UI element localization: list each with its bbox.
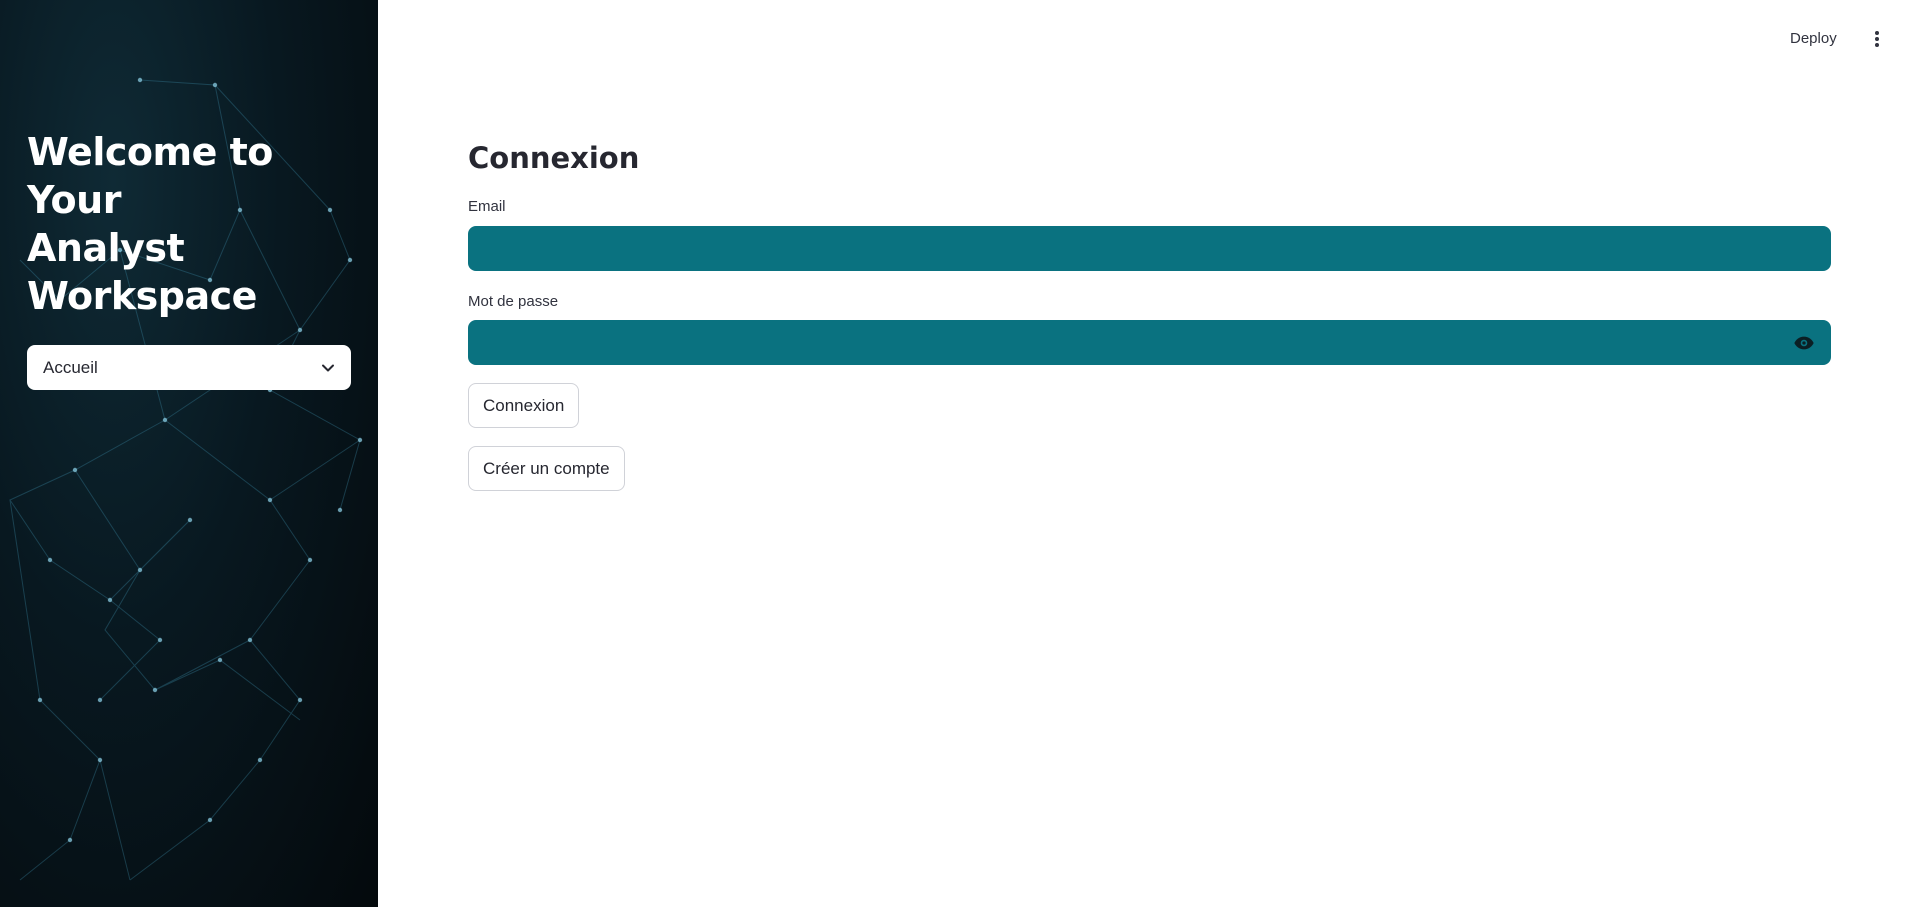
chevron-down-icon [321,361,335,375]
deploy-button[interactable]: Deploy [1790,26,1837,52]
sidebar-title-line-2: Analyst [27,226,185,270]
page-title: Connexion [468,141,640,175]
sidebar-title: Welcome to Your Analyst Workspace [27,128,357,320]
sidebar: Welcome to Your Analyst Workspace Accuei… [0,0,378,907]
kebab-menu-icon[interactable] [1870,28,1884,50]
password-field[interactable] [468,320,1831,365]
login-button[interactable]: Connexion [468,383,580,428]
page-select-value: Accueil [43,357,98,377]
page-select-dropdown[interactable]: Accueil [27,345,351,390]
sidebar-title-line-3: Workspace [27,274,257,318]
email-field[interactable] [468,226,1831,271]
password-label: Mot de passe [468,293,559,310]
password-field-container [468,320,1831,365]
email-label: Email [468,198,506,215]
app-root: Welcome to Your Analyst Workspace Accuei… [0,0,1919,907]
eye-icon[interactable] [1793,332,1815,354]
email-field-container [468,226,1831,271]
create-account-button[interactable]: Créer un compte [468,446,625,491]
sidebar-title-line-1: Welcome to Your [27,130,273,222]
